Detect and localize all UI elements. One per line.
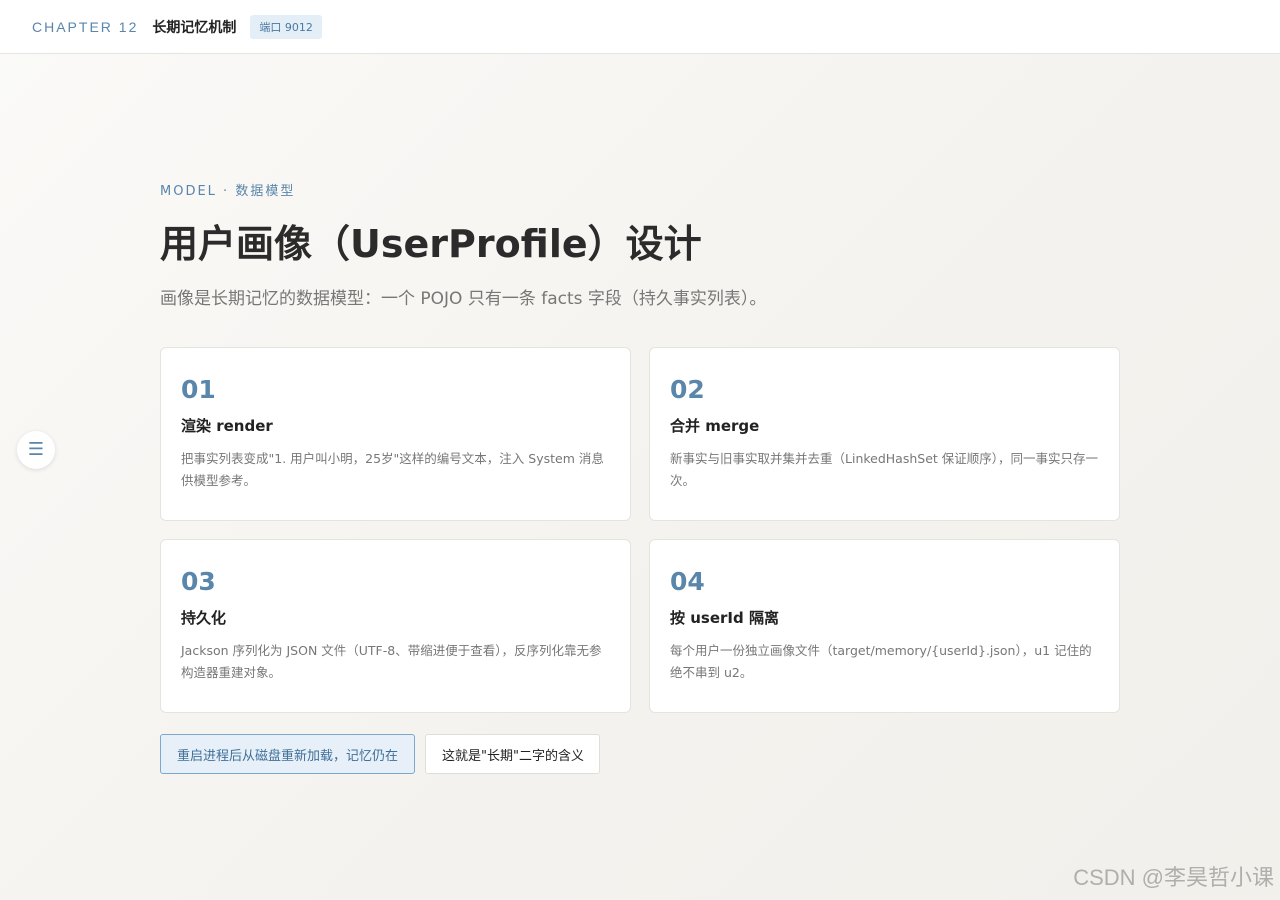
- top-bar: CHAPTER 12 长期记忆机制 端口 9012: [0, 0, 1280, 54]
- feature-card-isolation: 04 按 userId 隔离 每个用户一份独立画像文件（target/memor…: [649, 539, 1120, 713]
- chapter-title: 长期记忆机制: [152, 19, 237, 36]
- port-badge: 端口 9012: [250, 14, 322, 39]
- card-number: 02: [670, 375, 705, 404]
- action-buttons: 重启进程后从磁盘重新加载，记忆仍在 这就是"长期"二字的含义: [160, 734, 600, 774]
- menu-icon: ☰: [27, 439, 45, 460]
- feature-card-merge: 02 合并 merge 新事实与旧事实取并集并去重（LinkedHashSet …: [649, 347, 1120, 521]
- feature-card-grid: 01 渲染 render 把事实列表变成"1. 用户叫小明，25岁"这样的编号文…: [160, 347, 1120, 713]
- page-description: 画像是长期记忆的数据模型：一个 POJO 只有一条 facts 字段（持久事实列…: [160, 289, 767, 309]
- feature-card-render: 01 渲染 render 把事实列表变成"1. 用户叫小明，25岁"这样的编号文…: [160, 347, 631, 521]
- reload-memory-button[interactable]: 重启进程后从磁盘重新加载，记忆仍在: [160, 734, 415, 774]
- card-title: 持久化: [181, 609, 227, 627]
- card-description: 把事实列表变成"1. 用户叫小明，25岁"这样的编号文本，注入 System 消…: [181, 451, 604, 488]
- card-description: 新事实与旧事实取并集并去重（LinkedHashSet 保证顺序），同一事实只存…: [670, 451, 1099, 488]
- card-title: 按 userId 隔离: [670, 609, 779, 627]
- page-title: 用户画像（UserProfile）设计: [160, 222, 702, 266]
- card-number: 01: [181, 375, 216, 404]
- card-number: 03: [181, 567, 216, 596]
- watermark: CSDN @李昊哲小课: [1073, 865, 1274, 890]
- long-term-meaning-button[interactable]: 这就是"长期"二字的含义: [425, 734, 600, 774]
- card-description: 每个用户一份独立画像文件（target/memory/{userId}.json…: [670, 643, 1092, 680]
- card-title: 合并 merge: [670, 417, 760, 435]
- card-description: Jackson 序列化为 JSON 文件（UTF-8、带缩进便于查看），反序列化…: [181, 643, 602, 680]
- section-eyebrow: MODEL · 数据模型: [160, 184, 296, 199]
- card-title: 渲染 render: [181, 417, 273, 435]
- card-number: 04: [670, 567, 705, 596]
- content-section: MODEL · 数据模型 用户画像（UserProfile）设计 画像是长期记忆…: [160, 183, 1120, 774]
- menu-toggle-button[interactable]: ☰: [17, 431, 55, 469]
- feature-card-persistence: 03 持久化 Jackson 序列化为 JSON 文件（UTF-8、带缩进便于查…: [160, 539, 631, 713]
- chapter-label: CHAPTER 12: [32, 18, 139, 35]
